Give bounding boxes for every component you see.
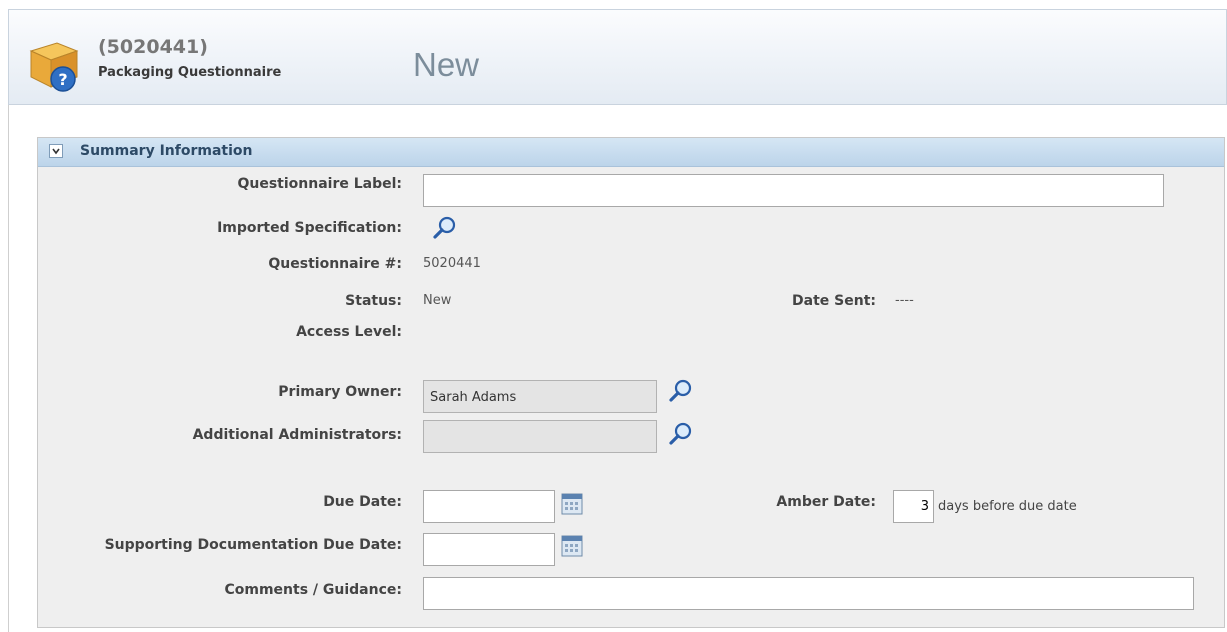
date-sent-value: ---- bbox=[895, 293, 914, 308]
magnifier-icon[interactable] bbox=[432, 215, 458, 241]
comments-guidance-input[interactable] bbox=[423, 577, 1194, 610]
record-type: Packaging Questionnaire bbox=[98, 65, 282, 80]
status-value: New bbox=[423, 293, 452, 308]
left-divider bbox=[8, 105, 9, 632]
amber-date-suffix: days before due date bbox=[938, 499, 1077, 514]
section-header[interactable]: Summary Information bbox=[38, 138, 1224, 167]
questionnaire-label-input[interactable] bbox=[423, 174, 1164, 207]
svg-text:?: ? bbox=[58, 70, 67, 89]
date-sent-label: Date Sent: bbox=[792, 293, 876, 309]
primary-owner-field[interactable]: Sarah Adams bbox=[423, 380, 657, 413]
summary-information-section: Summary Information Questionnaire Label:… bbox=[37, 137, 1225, 628]
calendar-icon[interactable] bbox=[561, 535, 583, 557]
chevron-down-icon bbox=[52, 148, 60, 155]
supporting-doc-due-date-input[interactable] bbox=[423, 533, 555, 566]
page-title-status: New bbox=[413, 46, 480, 83]
access-level-label: Access Level: bbox=[296, 324, 402, 340]
questionnaire-label-label: Questionnaire Label: bbox=[237, 176, 402, 192]
calendar-icon[interactable] bbox=[561, 493, 583, 515]
due-date-input[interactable] bbox=[423, 490, 555, 523]
record-id: (5020441) bbox=[98, 36, 208, 58]
collapse-toggle[interactable] bbox=[49, 144, 63, 158]
magnifier-icon[interactable] bbox=[668, 378, 694, 404]
status-label: Status: bbox=[345, 293, 402, 309]
due-date-label: Due Date: bbox=[323, 494, 402, 510]
questionnaire-number-value: 5020441 bbox=[423, 256, 481, 271]
amber-days-input[interactable] bbox=[893, 490, 934, 523]
additional-administrators-field[interactable] bbox=[423, 420, 657, 453]
amber-date-label: Amber Date: bbox=[776, 494, 876, 510]
magnifier-icon[interactable] bbox=[668, 421, 694, 447]
questionnaire-box-icon: ? bbox=[29, 42, 79, 92]
questionnaire-number-label: Questionnaire #: bbox=[268, 256, 402, 272]
comments-guidance-label: Comments / Guidance: bbox=[224, 582, 402, 598]
primary-owner-value: Sarah Adams bbox=[430, 390, 517, 405]
primary-owner-label: Primary Owner: bbox=[278, 384, 402, 400]
page-header: ? (5020441) Packaging Questionnaire New bbox=[8, 9, 1227, 105]
section-title: Summary Information bbox=[80, 143, 253, 159]
additional-administrators-label: Additional Administrators: bbox=[192, 427, 402, 443]
imported-specification-label: Imported Specification: bbox=[217, 220, 402, 236]
supporting-doc-due-date-label: Supporting Documentation Due Date: bbox=[104, 537, 402, 553]
